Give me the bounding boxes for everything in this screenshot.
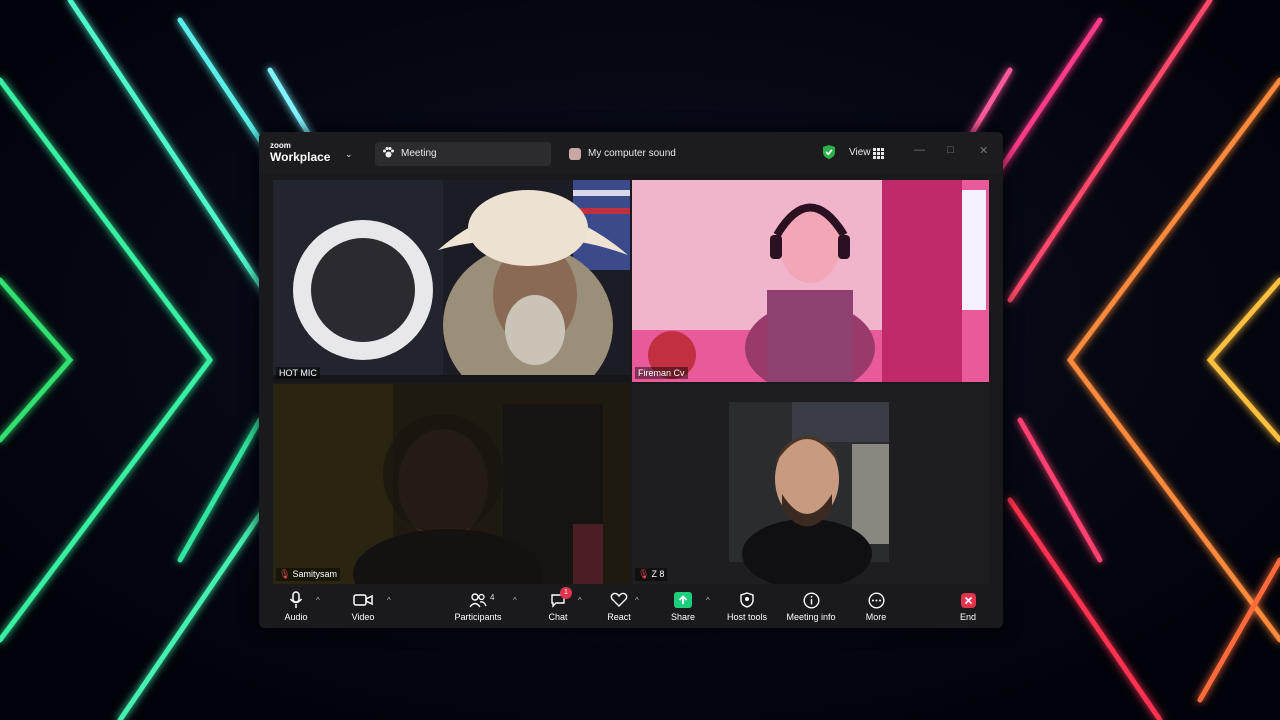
participant-name: Z 8 [651, 569, 665, 579]
video-tile-samitysam[interactable]: 🎙 Samitysam [273, 384, 630, 584]
close-icon[interactable]: ✕ [979, 144, 988, 157]
view-button[interactable]: View [849, 147, 871, 158]
shield-icon [725, 590, 769, 610]
heart-icon [602, 590, 636, 610]
end-label: End [959, 612, 976, 622]
video-tile-fireman-cv[interactable]: Fireman Cv [632, 180, 989, 382]
react-options-caret[interactable]: ^ [635, 596, 639, 605]
tab-meeting[interactable]: Meeting [375, 142, 551, 166]
mic-muted-icon: 🎙 [279, 569, 291, 579]
app-logo[interactable]: zoom Workplace [270, 141, 331, 165]
title-bar: zoom Workplace ⌄ Meeting My computer sou… [259, 132, 1003, 174]
minimize-icon[interactable]: — [914, 144, 925, 156]
tab-meeting-label: Meeting [401, 148, 437, 159]
participants-label: Participants [454, 612, 502, 622]
participant-name: Fireman Cv [635, 367, 688, 379]
tab-sound-label: My computer sound [588, 148, 676, 159]
react-label: React [607, 612, 631, 622]
audio-button[interactable]: Audio [276, 590, 316, 622]
audio-label: Audio [284, 612, 308, 622]
host-tools-button[interactable]: Host tools [725, 590, 769, 622]
audio-options-caret[interactable]: ^ [316, 596, 320, 605]
brand-name: Workplace [270, 150, 331, 164]
paw-icon [382, 146, 395, 162]
meeting-window: zoom Workplace ⌄ Meeting My computer sou… [259, 132, 1003, 628]
meeting-info-button[interactable]: Meeting info [783, 590, 839, 622]
participants-button[interactable]: Participants [451, 590, 505, 622]
participant-name: Samitysam [292, 569, 337, 579]
video-tile-hot-mic[interactable]: HOT MIC [273, 180, 630, 382]
video-button[interactable]: Video [343, 590, 383, 622]
end-meeting-button[interactable]: End [953, 590, 983, 622]
video-options-caret[interactable]: ^ [387, 596, 391, 605]
more-dots-icon [859, 590, 893, 610]
share-arrow-icon [666, 590, 700, 610]
participants-icon [451, 590, 505, 610]
video-tile-z8[interactable]: 🎙 Z 8 [632, 384, 989, 584]
host-tools-label: Host tools [726, 612, 768, 622]
participant-name-tag: 🎙 Z 8 [635, 568, 668, 581]
share-label: Share [670, 612, 696, 622]
video-camera-icon [343, 590, 383, 610]
chat-options-caret[interactable]: ^ [578, 596, 582, 605]
video-feed-samitysam [273, 384, 630, 584]
meeting-info-label: Meeting info [786, 612, 836, 622]
participants-options-caret[interactable]: ^ [513, 596, 517, 605]
shield-check-icon[interactable] [822, 144, 836, 165]
participant-name: HOT MIC [276, 367, 320, 379]
chat-unread-badge: 1 [560, 587, 572, 599]
app-thumbnail-icon [569, 148, 581, 160]
video-feed-z8 [632, 384, 989, 584]
react-button[interactable]: React [602, 590, 636, 622]
video-feed-hot-mic [273, 180, 630, 382]
chevron-down-icon[interactable]: ⌄ [345, 149, 353, 160]
video-label: Video [351, 612, 375, 622]
share-options-caret[interactable]: ^ [706, 596, 710, 605]
more-label: More [865, 612, 887, 622]
mic-muted-icon: 🎙 [638, 569, 650, 579]
more-button[interactable]: More [859, 590, 893, 622]
info-icon [783, 590, 839, 610]
end-close-icon [953, 590, 983, 610]
chat-label: Chat [548, 612, 568, 622]
video-feed-fireman-cv [632, 180, 989, 382]
maximize-icon[interactable]: □ [947, 144, 954, 156]
meeting-toolbar: Audio ^ Video ^ Participants 4 ^ Chat 1 … [259, 586, 1003, 628]
brand-small-text: zoom [270, 141, 291, 150]
tab-computer-sound[interactable]: My computer sound [565, 142, 725, 166]
microphone-icon [276, 590, 316, 610]
participant-name-tag: 🎙 Samitysam [276, 568, 340, 581]
share-button[interactable]: Share [666, 590, 700, 622]
participants-count: 4 [490, 593, 495, 602]
grid-icon[interactable] [873, 146, 884, 164]
